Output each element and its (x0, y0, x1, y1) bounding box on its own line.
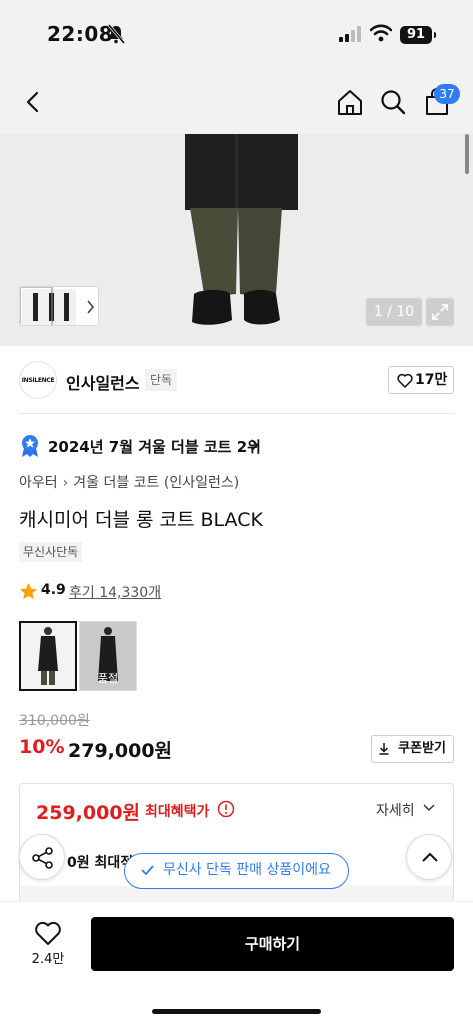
rating-score: 4.9 (41, 582, 66, 598)
chevron-right-icon (251, 439, 259, 451)
brand-logo[interactable]: INSILENCE (19, 361, 57, 399)
exclusive-tag: 단독 (145, 369, 178, 391)
chevron-up-icon (422, 852, 438, 862)
expand-icon (432, 304, 448, 320)
sale-price: 279,000원 (68, 740, 173, 762)
bottom-action-bar: 2.4만 구매하기 (0, 901, 473, 1024)
product-image-gallery[interactable]: 1 / 10 (0, 134, 473, 346)
download-icon (379, 743, 389, 755)
divider (19, 413, 454, 414)
page-scrollbar[interactable] (465, 134, 469, 174)
image-counter: 1 / 10 (366, 298, 422, 326)
breadcrumb-item-subcategory[interactable]: 겨울 더블 코트 (인사일런스) (73, 475, 239, 491)
status-bar: 22:08 91 (0, 0, 473, 70)
coupon-button[interactable]: 쿠폰받기 (371, 735, 454, 763)
buy-button[interactable]: 구매하기 (91, 917, 454, 971)
heart-icon[interactable] (34, 920, 62, 946)
exclusive-sale-banner-text: 무신사 단독 판매 상품이에요 (163, 862, 331, 878)
heart-icon (397, 373, 413, 388)
star-icon (20, 583, 37, 599)
brand-like-count: 17만 (415, 372, 448, 388)
search-icon[interactable] (380, 89, 406, 115)
check-icon (141, 865, 154, 875)
sold-out-label: 품절 (97, 672, 119, 685)
benefit-detail-toggle[interactable]: 자세히 (376, 800, 415, 820)
chevron-right-icon: › (62, 475, 69, 491)
color-option[interactable]: 품절 (79, 621, 137, 691)
product-title: 캐시미어 더블 롱 코트 BLACK (19, 509, 263, 531)
color-option-selected[interactable] (19, 621, 77, 691)
original-price: 310,000원 (19, 713, 90, 729)
home-indicator[interactable] (152, 1009, 321, 1014)
status-time: 22:08 (47, 22, 114, 46)
expand-button[interactable] (426, 298, 454, 326)
discount-rate: 10% (19, 736, 65, 758)
max-benefit-label: 최대혜택가 (145, 804, 210, 820)
breadcrumb-item-category[interactable]: 아우터 (19, 475, 58, 491)
scroll-to-top-button[interactable] (406, 834, 452, 880)
cart-count-badge: 37 (434, 84, 460, 104)
product-like-count: 2.4만 (31, 952, 65, 967)
review-count-link[interactable]: 후기 14,330개 (69, 582, 161, 602)
back-arrow-icon[interactable] (22, 90, 44, 114)
option-thumbnail (21, 623, 75, 689)
chevron-down-icon[interactable] (423, 804, 435, 812)
brand-name[interactable]: 인사일런스 (66, 370, 140, 394)
brand-like-button[interactable]: 17만 (388, 366, 454, 394)
ranking-text: 2024년 7월 겨울 더블 코트 2위 (48, 438, 261, 456)
home-icon[interactable] (336, 88, 364, 116)
share-button[interactable] (19, 834, 65, 880)
info-icon[interactable] (217, 800, 235, 818)
battery-level: 91 (400, 26, 436, 44)
max-benefit-price: 259,000원 (36, 802, 141, 824)
brand-row: INSILENCE 인사일런스 단독 17만 (0, 346, 473, 414)
gallery-thumbnail-strip[interactable] (19, 286, 99, 326)
cellular-signal-icon (339, 26, 361, 42)
product-tag: 무신사단독 (19, 542, 83, 562)
share-icon (32, 847, 53, 869)
wifi-icon (370, 24, 392, 42)
bell-muted-icon (107, 24, 125, 44)
top-nav-bar: 37 (0, 70, 473, 134)
exclusive-sale-banner[interactable]: 무신사 단독 판매 상품이에요 (124, 853, 349, 889)
coupon-label: 쿠폰받기 (398, 741, 446, 756)
max-benefit-box: 259,000원 최대혜택가 자세히 0원 최대적 (19, 783, 454, 913)
ranking-medal-icon (22, 435, 38, 457)
breadcrumb: 아우터 › 겨울 더블 코트 (인사일런스) (19, 472, 239, 492)
thumbnail-image (20, 287, 95, 325)
